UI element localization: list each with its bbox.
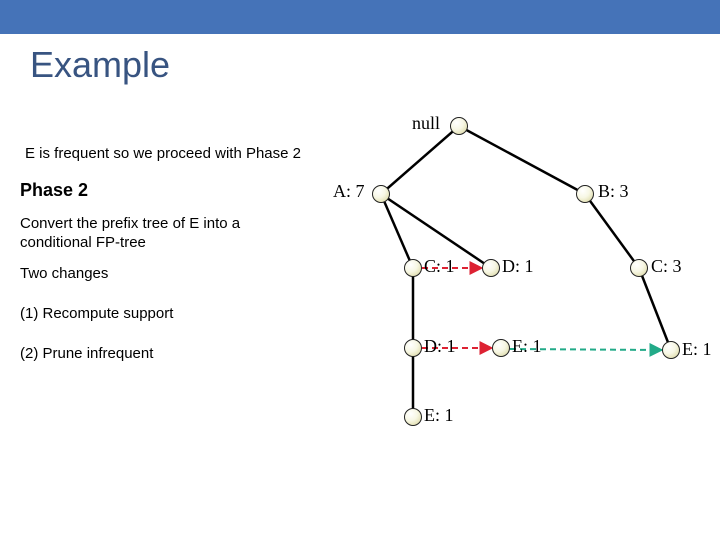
text-two-changes: Two changes: [20, 265, 108, 282]
node-c1: [404, 259, 422, 277]
slide-top-bar: [0, 0, 720, 34]
label-e1b: E: 1: [424, 405, 454, 426]
node-b: [576, 185, 594, 203]
node-c3: [630, 259, 648, 277]
node-d1b: [404, 339, 422, 357]
label-c1: C: 1: [424, 256, 455, 277]
node-null: [450, 117, 468, 135]
label-b: B: 3: [598, 181, 629, 202]
node-a: [372, 185, 390, 203]
label-c3: C: 3: [651, 256, 682, 277]
text-step-2: (2) Prune infrequent: [20, 345, 153, 362]
node-d1a: [482, 259, 500, 277]
text-phase-2: Phase 2: [20, 180, 88, 201]
label-d1a: D: 1: [502, 256, 534, 277]
node-e1a: [492, 339, 510, 357]
node-e1c: [662, 341, 680, 359]
node-e1b: [404, 408, 422, 426]
text-convert: Convert the prefix tree of E into a cond…: [20, 215, 290, 253]
label-e1c: E: 1: [682, 339, 712, 360]
label-d1b: D: 1: [424, 336, 456, 357]
text-step-1: (1) Recompute support: [20, 305, 173, 322]
label-e1a: E: 1: [512, 336, 542, 357]
text-line-frequent: E is frequent so we proceed with Phase 2: [25, 145, 301, 162]
slide-title: Example: [30, 44, 170, 86]
label-null: null: [412, 113, 440, 134]
label-a: A: 7: [333, 181, 365, 202]
